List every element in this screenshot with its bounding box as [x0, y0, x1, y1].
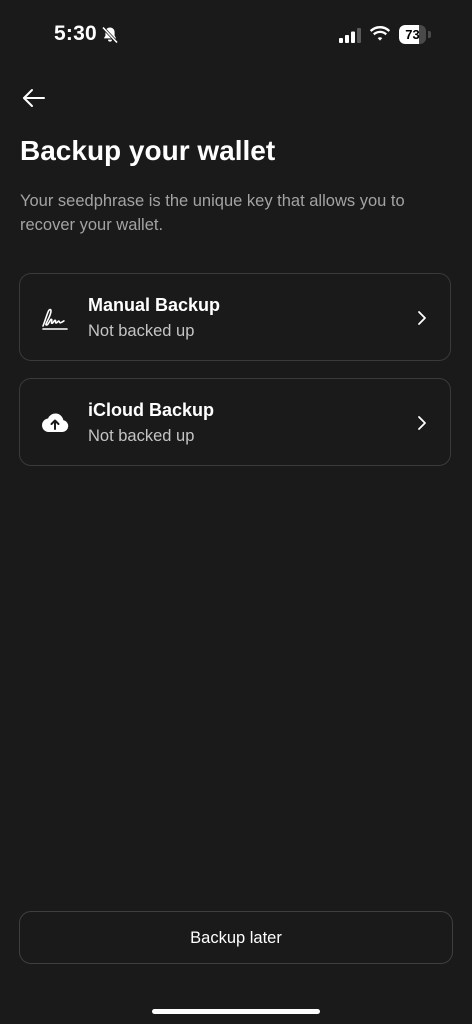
page-title: Backup your wallet [20, 135, 276, 166]
manual-backup-title: Manual Backup [88, 295, 221, 315]
manual-backup-status: Not backed up [88, 322, 195, 340]
arrow-left-icon [23, 89, 45, 107]
signature-icon [42, 308, 68, 330]
icloud-backup-status: Not backed up [88, 427, 195, 445]
manual-backup-option[interactable]: Manual Backup Not backed up [19, 273, 451, 361]
icloud-backup-option[interactable]: iCloud Backup Not backed up [19, 378, 451, 466]
battery-level: 73 [405, 27, 420, 42]
home-indicator[interactable] [152, 1009, 320, 1014]
chevron-right-icon [418, 311, 426, 325]
backup-wallet-screen: 5:30 73 Backup your wallet Your seedphra… [0, 0, 472, 1024]
wifi-icon [369, 26, 391, 41]
cloud-upload-icon [42, 413, 69, 432]
battery-icon: 73 [399, 25, 431, 44]
status-bar: 5:30 73 [0, 0, 472, 70]
bell-slash-icon [101, 26, 119, 44]
cellular-signal-icon [339, 28, 361, 43]
chevron-right-icon [418, 416, 426, 430]
page-description: Your seedphrase is the unique key that a… [20, 192, 405, 234]
backup-later-button[interactable]: Backup later [19, 911, 453, 964]
status-time: 5:30 [54, 22, 97, 45]
back-button[interactable] [18, 82, 50, 114]
icloud-backup-title: iCloud Backup [88, 400, 215, 420]
